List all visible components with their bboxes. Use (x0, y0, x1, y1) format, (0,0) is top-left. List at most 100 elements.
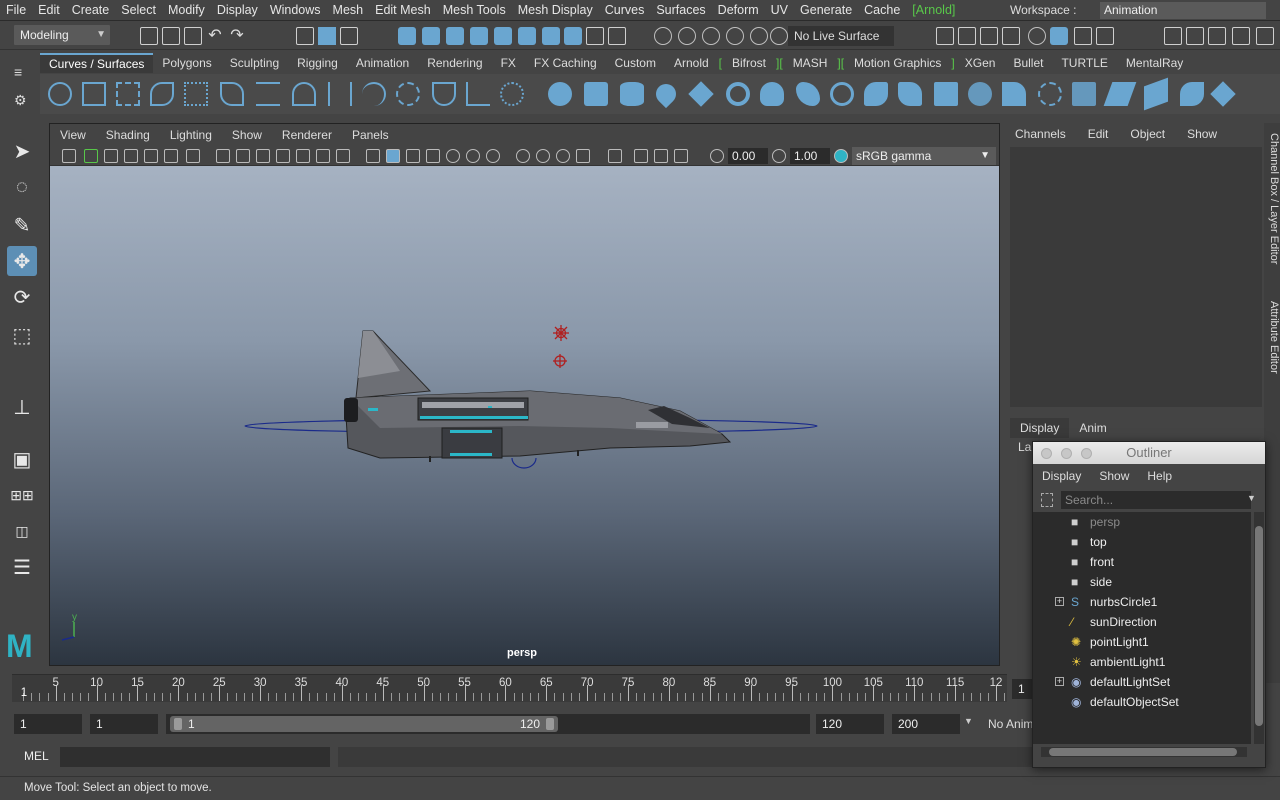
outliner-horizontal-scroll-thumb[interactable] (1049, 748, 1237, 756)
snap-grid-icon[interactable] (654, 27, 672, 45)
anti-aliasing-icon[interactable] (536, 149, 550, 163)
trim-tool-icon[interactable] (1072, 82, 1096, 106)
layout-toggle-icon[interactable] (1256, 27, 1274, 45)
safe-title-icon[interactable] (336, 149, 350, 163)
cv-curve-icon[interactable] (116, 82, 140, 106)
use-all-lights-icon[interactable] (446, 149, 460, 163)
workspace-select[interactable]: Animation (1100, 2, 1266, 19)
viewport-menu-renderer[interactable]: Renderer (272, 124, 342, 146)
image-plane-icon[interactable] (124, 149, 138, 163)
textured-icon[interactable] (426, 149, 440, 163)
square-surface-icon[interactable] (968, 82, 992, 106)
range-slider-handle[interactable]: 1 120 (170, 716, 558, 732)
outliner-vertical-scroll-thumb[interactable] (1255, 526, 1263, 726)
menu-edit-mesh[interactable]: Edit Mesh (369, 0, 437, 21)
channel-box-side-tab[interactable]: Channel Box / Layer Editor (1264, 127, 1280, 287)
ambient-occlusion-icon[interactable] (486, 149, 500, 163)
two-d-pan-icon[interactable] (186, 149, 200, 163)
current-frame-marker[interactable]: 1 (21, 687, 27, 699)
script-language-toggle[interactable]: MEL (24, 749, 49, 763)
boundary-icon[interactable] (934, 82, 958, 106)
paint-select-tool[interactable]: ✎ (7, 210, 37, 240)
channel-box-menu-edit[interactable]: Edit (1077, 123, 1120, 145)
snap-view-plane-icon[interactable] (726, 27, 744, 45)
filter-icon[interactable] (1041, 493, 1053, 507)
gear-icon[interactable]: ⚙ (14, 92, 27, 109)
outliner-search-input[interactable]: Search... (1061, 491, 1251, 509)
select-surfaces-icon[interactable] (470, 27, 488, 45)
select-misc-icon[interactable] (564, 27, 582, 45)
menu-set-dropdown[interactable]: Modeling ▼ (14, 25, 110, 45)
wireframe-on-shaded-icon[interactable] (406, 149, 420, 163)
shelf-tab-fx-caching[interactable]: FX Caching (525, 53, 606, 73)
gamma-icon[interactable] (772, 149, 786, 163)
ep-curve-icon[interactable] (150, 82, 174, 106)
shelf-tab-xgen[interactable]: XGen (956, 53, 1005, 73)
shelf-tab-fx[interactable]: FX (492, 53, 525, 73)
shelf-tab-bullet[interactable]: Bullet (1004, 53, 1052, 73)
revolve-icon[interactable] (760, 82, 784, 106)
xray-components-icon[interactable] (654, 149, 668, 163)
mel-command-input[interactable] (60, 747, 330, 767)
outliner-item[interactable]: ✺ pointLight1 (1033, 632, 1251, 652)
expand-icon[interactable]: + (1055, 597, 1064, 606)
arnold-render-icon[interactable] (1050, 27, 1068, 45)
outliner-menu-help[interactable]: Help (1138, 464, 1181, 488)
safe-action-icon[interactable] (316, 149, 330, 163)
attach-surfaces-icon[interactable] (1144, 77, 1168, 111)
nurbs-square-icon[interactable] (82, 82, 106, 106)
shadows-icon[interactable] (466, 149, 480, 163)
lasso-tool[interactable]: ◌ (7, 172, 37, 202)
outliner-item[interactable]: ☀ ambientLight1 (1033, 652, 1251, 672)
menu-mesh-display[interactable]: Mesh Display (512, 0, 599, 21)
menu-modify[interactable]: Modify (162, 0, 211, 21)
playback-end-field[interactable]: 120 (816, 714, 884, 734)
untrim-icon[interactable] (1103, 82, 1137, 106)
nurbs-circle-icon[interactable] (48, 82, 72, 106)
viewport-menu-lighting[interactable]: Lighting (160, 124, 222, 146)
xray-joints-icon[interactable] (634, 149, 648, 163)
open-scene-icon[interactable] (162, 27, 180, 45)
sculpt-surfaces-icon[interactable] (1210, 81, 1236, 107)
select-deformations-icon[interactable] (494, 27, 512, 45)
select-component-icon[interactable] (340, 27, 358, 45)
shelf-tab-turtle[interactable]: TURTLE (1052, 53, 1116, 73)
menu-arnold[interactable]: [Arnold] (906, 0, 961, 21)
menu-mesh-tools[interactable]: Mesh Tools (437, 0, 512, 21)
outliner-layout[interactable]: ☰ (7, 552, 37, 582)
undo-icon[interactable]: ↶ (206, 27, 224, 45)
animation-end-field[interactable]: 200 (892, 714, 960, 734)
reverse-curve-icon[interactable] (432, 82, 456, 106)
range-start-grip[interactable] (174, 718, 182, 730)
shelf-tab-arnold[interactable]: Arnold (665, 53, 718, 73)
planar-icon[interactable] (830, 82, 854, 106)
select-object-icon[interactable] (318, 27, 336, 45)
bezier-curve-icon[interactable] (220, 82, 244, 106)
shelf-tab-polygons[interactable]: Polygons (153, 53, 220, 73)
hypershade-icon[interactable] (1028, 27, 1046, 45)
outliner-item[interactable]: ■ side (1033, 572, 1251, 592)
playback-start-field[interactable]: 1 (90, 714, 158, 734)
select-dynamics-icon[interactable] (518, 27, 536, 45)
shelf-tab-animation[interactable]: Animation (347, 53, 418, 73)
extrude-icon[interactable] (864, 82, 888, 106)
nurbs-torus-icon[interactable] (726, 82, 750, 106)
tool-settings-toggle-icon[interactable] (1186, 27, 1204, 45)
nurbs-sphere-icon[interactable] (548, 82, 572, 106)
layer-menu-label[interactable]: La (1018, 440, 1031, 454)
snap-point-icon[interactable] (702, 27, 720, 45)
arc-curve-icon[interactable] (362, 82, 386, 106)
select-tool[interactable]: ➤ (7, 136, 37, 166)
live-surface-field[interactable]: No Live Surface (788, 26, 894, 46)
shelf-tab-curves-surfaces[interactable]: Curves / Surfaces (40, 53, 154, 73)
offset-curve-icon[interactable] (500, 82, 524, 106)
shelf-tab-bifrost[interactable]: Bifrost (723, 53, 775, 73)
camera-attributes-icon[interactable] (84, 149, 98, 163)
outliner-item[interactable]: ⁄ sunDirection (1033, 612, 1251, 632)
menu-deform[interactable]: Deform (712, 0, 765, 21)
resolution-gate-icon[interactable] (256, 149, 270, 163)
shelf-tab-mentalray[interactable]: MentalRay (1117, 53, 1192, 73)
hud-icon[interactable] (674, 149, 688, 163)
shelf-tab-custom[interactable]: Custom (606, 53, 665, 73)
hamburger-icon[interactable]: ≡ (14, 64, 22, 80)
